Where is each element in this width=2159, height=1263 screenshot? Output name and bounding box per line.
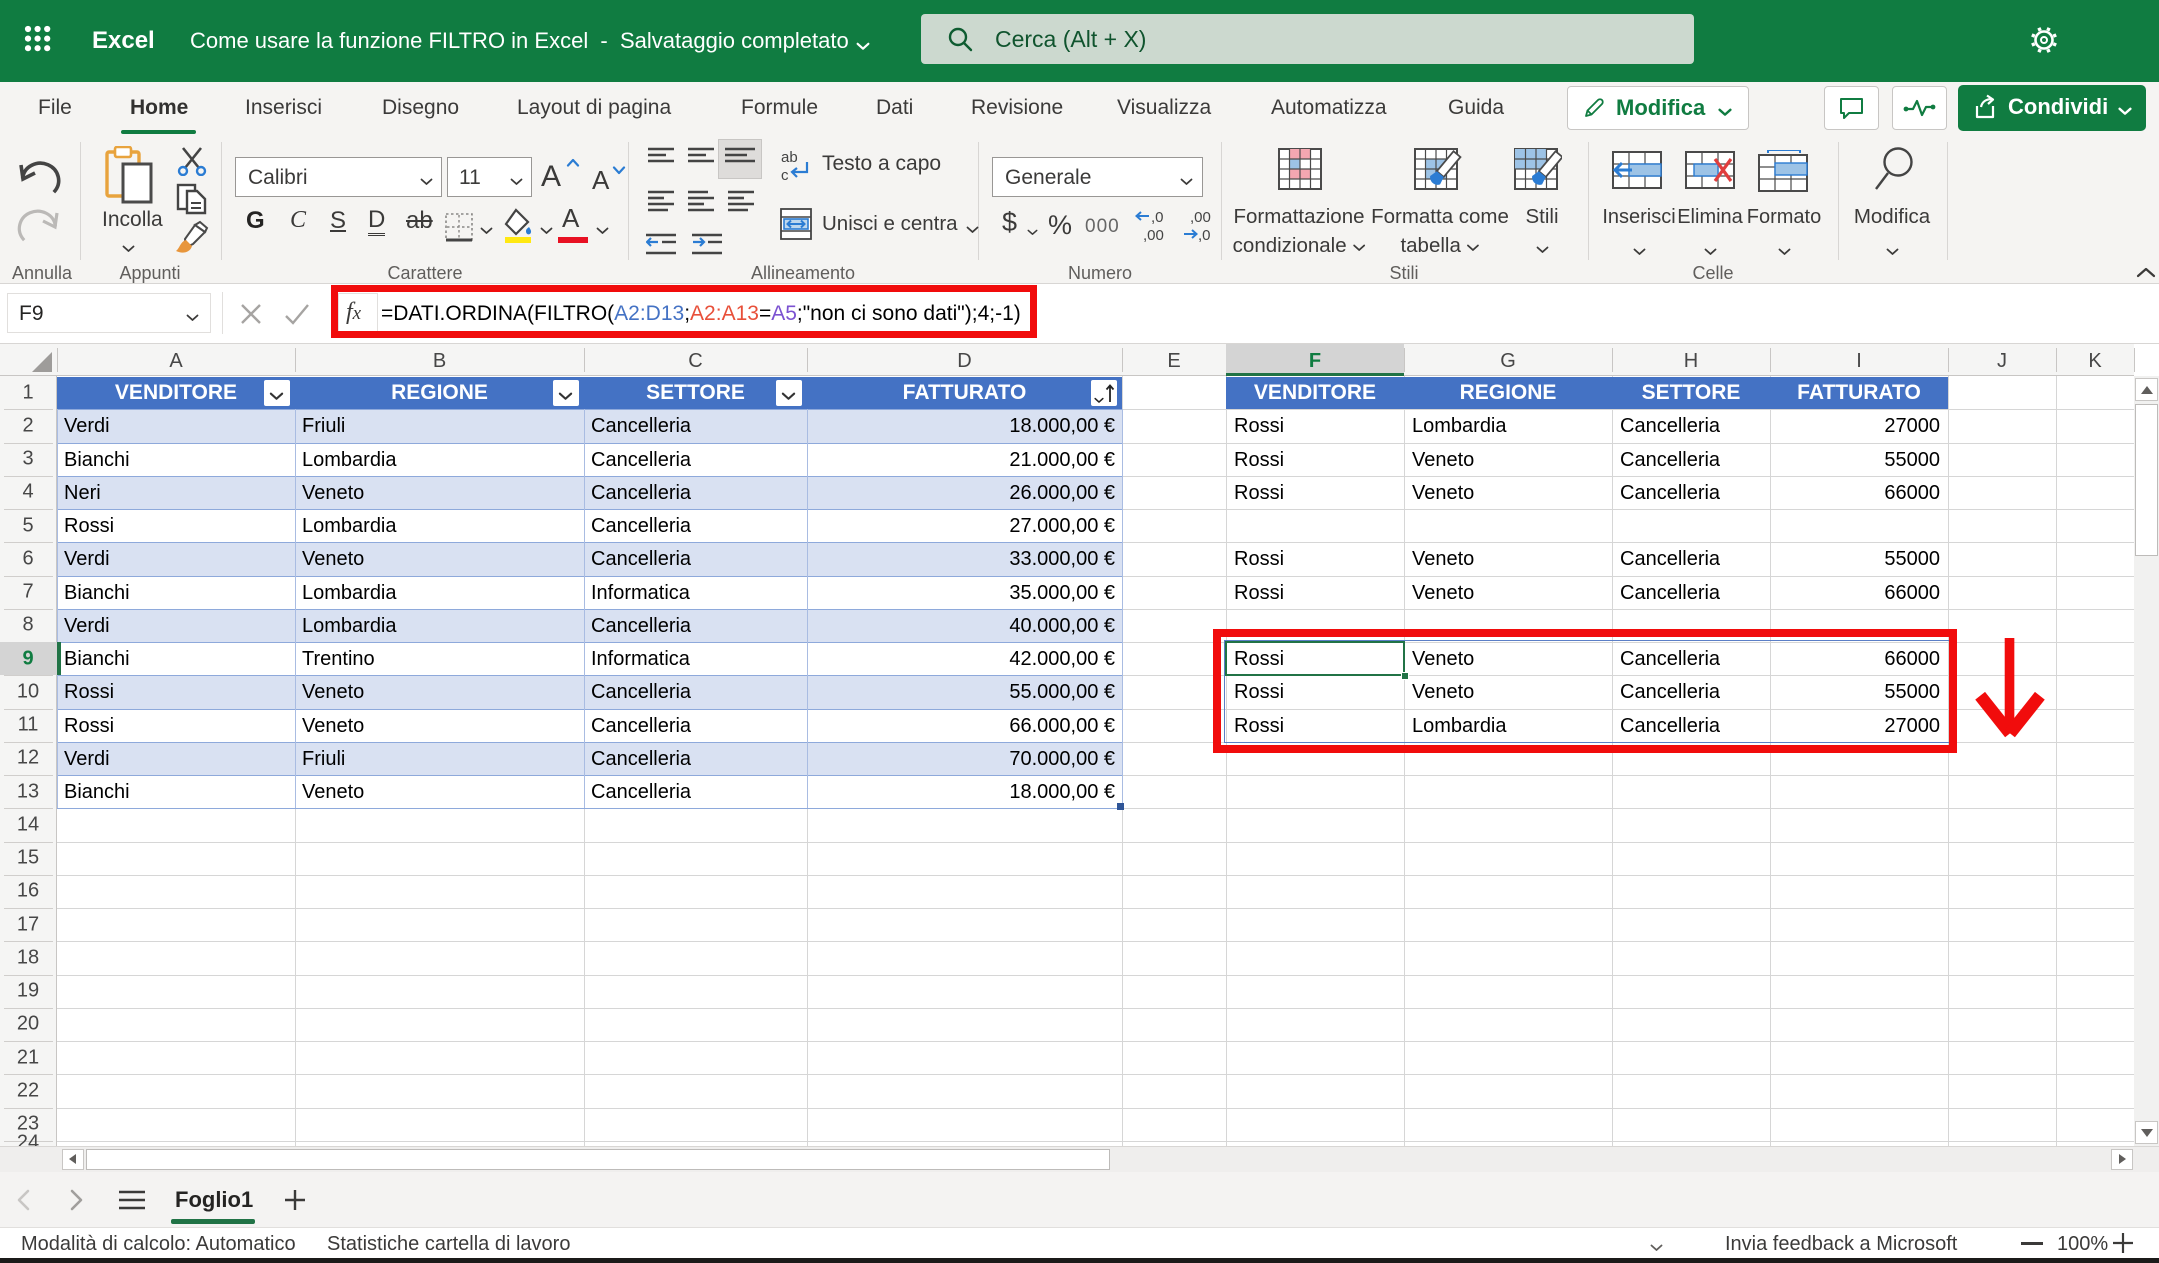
svg-text:,0: ,0	[1151, 209, 1164, 226]
svg-text:,00: ,00	[1190, 209, 1211, 226]
svg-text:,0: ,0	[1198, 227, 1211, 244]
svg-text:c: c	[781, 167, 789, 184]
svg-text:,00: ,00	[1143, 227, 1164, 244]
svg-text:ab: ab	[781, 149, 798, 166]
